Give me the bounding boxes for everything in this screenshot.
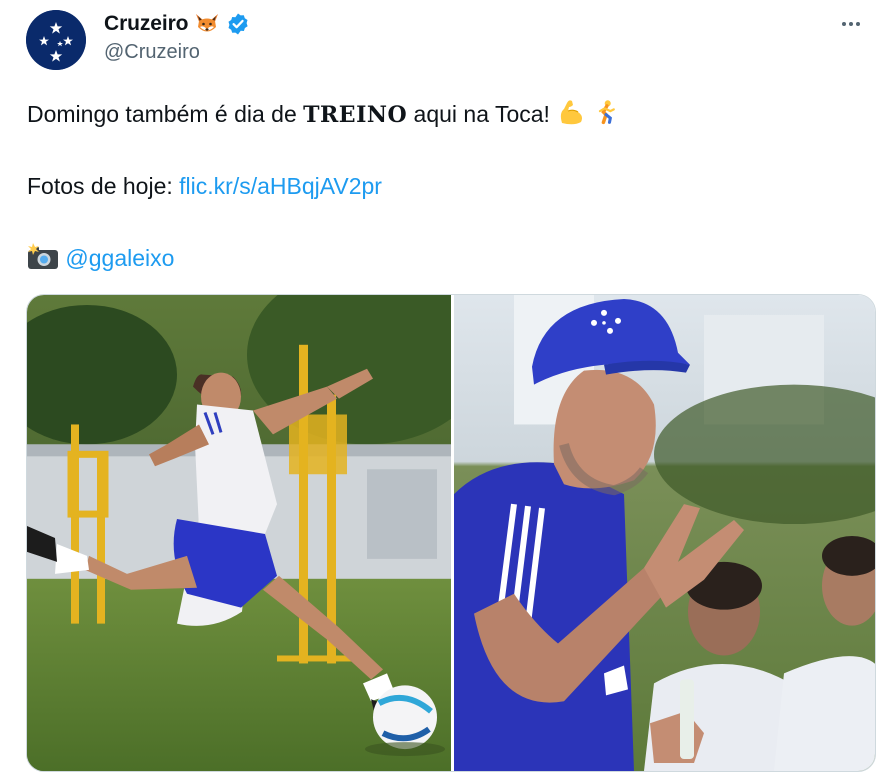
bold-word: TREINO bbox=[303, 102, 408, 128]
player-kicking-ball-image bbox=[27, 295, 451, 771]
text-segment: Domingo também é dia de bbox=[27, 101, 304, 127]
author-name-row: Cruzeiro bbox=[104, 10, 250, 38]
photographer-mention[interactable]: @ggaleixo bbox=[65, 245, 174, 271]
menu-dot bbox=[849, 22, 853, 26]
menu-dot bbox=[856, 22, 860, 26]
avatar[interactable] bbox=[26, 10, 86, 70]
person-running-emoji-icon bbox=[593, 97, 619, 137]
menu-dot bbox=[842, 22, 846, 26]
more-options-icon[interactable] bbox=[831, 12, 871, 36]
flickr-link[interactable]: flic.kr/s/aHBqjAV2pr bbox=[179, 173, 382, 199]
flexed-biceps-emoji-icon bbox=[556, 97, 586, 137]
author-handle[interactable]: @Cruzeiro bbox=[104, 41, 200, 64]
text-segment: aqui na Toca! bbox=[407, 101, 557, 127]
tweet-line-1: Domingo também é dia de TREINO aqui na T… bbox=[27, 96, 619, 137]
cruzeiro-crest-avatar bbox=[26, 10, 86, 70]
tweet-line-2: Fotos de hoje: flic.kr/s/aHBqjAV2pr bbox=[27, 168, 382, 204]
media-grid bbox=[26, 294, 876, 772]
fox-emoji-icon bbox=[194, 12, 220, 36]
tweet-line-3: @ggaleixo bbox=[27, 240, 174, 281]
text-segment: Fotos de hoje: bbox=[27, 173, 180, 199]
coach-gesturing-photo[interactable] bbox=[454, 295, 875, 771]
player-kicking-ball-photo[interactable] bbox=[27, 295, 451, 771]
camera-with-flash-emoji-icon bbox=[27, 243, 59, 281]
coach-gesturing-image bbox=[454, 295, 875, 771]
display-name[interactable]: Cruzeiro bbox=[104, 12, 188, 36]
verified-badge-icon[interactable] bbox=[226, 12, 250, 36]
